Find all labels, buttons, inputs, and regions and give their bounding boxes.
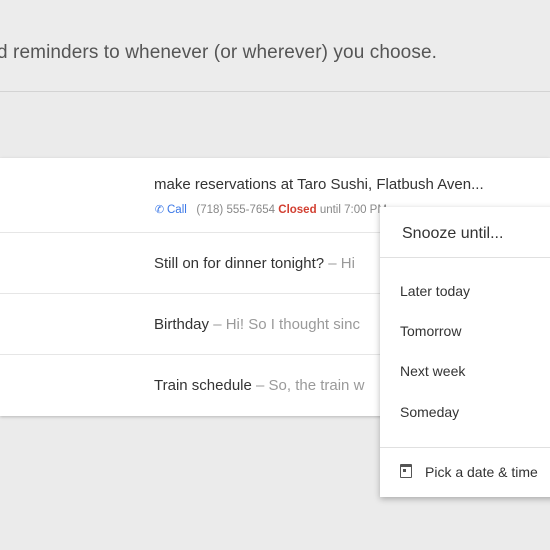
message-subject: Still on for dinner tonight? bbox=[154, 255, 325, 272]
header-band: d reminders to whenever (or wherever) yo… bbox=[0, 0, 550, 92]
snooze-option-later-today[interactable]: Later today bbox=[400, 283, 470, 299]
phone-number: (718) 555-7654 bbox=[196, 204, 276, 216]
reminder-subject: make reservations at Taro Sushi, Flatbus… bbox=[154, 176, 484, 193]
call-label: Call bbox=[167, 204, 187, 216]
snooze-menu-title: Snooze until... bbox=[402, 225, 504, 242]
pick-date-time-button[interactable]: Pick a date & time bbox=[400, 464, 538, 480]
message-subject: Train schedule bbox=[154, 377, 252, 394]
message-snippet: – Hi! So I thought sinc bbox=[209, 316, 360, 333]
business-hours: until 7:00 PM bbox=[319, 204, 387, 216]
message-summary: Birthday – Hi! So I thought sinc bbox=[154, 316, 360, 333]
menu-divider bbox=[380, 257, 550, 258]
snooze-menu: Snooze until... Later today Tomorrow Nex… bbox=[380, 207, 550, 497]
message-subject: Birthday bbox=[154, 316, 210, 333]
snooze-option-someday[interactable]: Someday bbox=[400, 404, 459, 420]
phone-icon: ✆ bbox=[154, 204, 165, 216]
reminder-details: ✆ Call (718) 555-7654 Closed until 7:00 P… bbox=[154, 203, 387, 216]
snooze-option-next-week[interactable]: Next week bbox=[400, 363, 465, 379]
message-snippet: – Hi bbox=[324, 255, 355, 272]
business-status: Closed bbox=[278, 204, 317, 216]
message-summary: Train schedule – So, the train w bbox=[154, 377, 364, 394]
pick-date-label: Pick a date & time bbox=[425, 464, 538, 480]
call-button[interactable]: ✆ Call bbox=[154, 204, 187, 216]
calendar-icon bbox=[400, 464, 412, 478]
message-summary: Still on for dinner tonight? – Hi bbox=[154, 255, 355, 272]
promo-headline: d reminders to whenever (or wherever) yo… bbox=[0, 42, 437, 63]
snooze-option-tomorrow[interactable]: Tomorrow bbox=[400, 323, 461, 339]
menu-divider bbox=[380, 447, 550, 448]
message-snippet: – So, the train w bbox=[251, 377, 365, 394]
